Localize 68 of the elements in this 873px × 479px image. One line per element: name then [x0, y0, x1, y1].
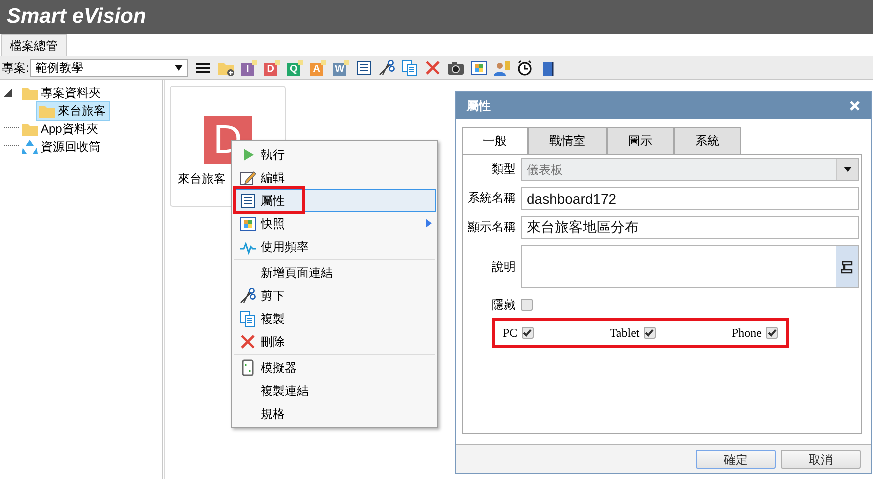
dropdown-icon — [844, 167, 852, 172]
description-field[interactable] — [521, 245, 859, 288]
tree-item[interactable]: 來台旅客 — [36, 101, 110, 121]
dialog-tab[interactable]: 圖示 — [607, 127, 674, 155]
checkbox[interactable] — [521, 299, 533, 311]
folder-icon — [21, 86, 39, 100]
app-title: Smart eVision — [7, 4, 146, 30]
checkbox[interactable] — [644, 327, 656, 339]
user-key-icon[interactable] — [493, 58, 512, 76]
sparkle-icon — [275, 60, 280, 64]
list-sheet-icon[interactable] — [355, 58, 374, 76]
device-label: PC — [503, 325, 518, 342]
sparkle-icon — [321, 60, 326, 64]
dialog-tab[interactable]: 戰情室 — [528, 127, 607, 155]
field-label: 顯示名稱 — [467, 219, 517, 236]
dialog-title: 屬性 — [467, 98, 491, 114]
copy-icon[interactable] — [401, 58, 420, 76]
new-item-tool[interactable]: D — [264, 62, 278, 76]
cross-icon — [238, 332, 256, 350]
dropdown-icon — [175, 64, 184, 70]
tree-item[interactable]: App資料夾 — [19, 119, 102, 139]
dialog-button[interactable]: 取消 — [781, 450, 861, 468]
stopwatch-icon[interactable] — [516, 58, 534, 76]
sparkle-icon — [344, 60, 350, 64]
folder-icon — [38, 104, 56, 118]
device-label: Phone — [732, 325, 762, 342]
text-field[interactable]: 來台旅客地區分布 — [521, 216, 859, 239]
checkbox[interactable] — [766, 327, 778, 339]
menu-item[interactable]: 規格 — [233, 402, 436, 425]
film-frame-icon — [238, 214, 256, 232]
text-field[interactable]: dashboard172 — [521, 187, 859, 210]
menu-item[interactable]: 複製連結 — [233, 379, 436, 402]
scissors-icon[interactable] — [378, 58, 396, 76]
menu-item[interactable]: 使用頻率 — [233, 235, 436, 258]
cross-icon[interactable] — [424, 58, 442, 76]
field-label: 系統名稱 — [467, 190, 517, 207]
tree-item[interactable]: 資源回收筒 — [19, 137, 105, 157]
dialog-button[interactable]: 確定 — [696, 450, 776, 468]
copy-icon — [238, 310, 256, 328]
sparkle-icon — [252, 60, 258, 64]
card-label: 來台旅客 — [178, 171, 226, 188]
project-select[interactable]: 範例教學 — [30, 58, 188, 76]
device-label: Tablet — [610, 325, 640, 342]
menu-item[interactable]: 刪除 — [233, 330, 436, 353]
folder-icon — [21, 122, 39, 136]
tree-item[interactable]: 專案資料夾 — [19, 83, 105, 103]
sparkle-icon — [298, 60, 304, 64]
dialog-tab[interactable]: 一般 — [462, 127, 528, 155]
film-frame-icon[interactable] — [470, 58, 488, 76]
menu-item[interactable]: 剪下 — [233, 284, 436, 307]
field-label: 隱藏 — [491, 297, 517, 314]
menu-item[interactable]: 模擬器 — [233, 356, 436, 379]
list-sheet-icon — [238, 192, 256, 210]
project-label: 專案: — [2, 60, 30, 76]
menu-item[interactable]: 屬性 — [233, 189, 436, 212]
field-label: 說明 — [491, 258, 517, 276]
checkbox[interactable] — [522, 327, 534, 339]
scissors-icon — [238, 286, 256, 304]
menu-item[interactable]: 複製 — [233, 307, 436, 330]
menu-item[interactable]: 快照 — [233, 212, 436, 235]
dialog-tab[interactable]: 系統 — [674, 127, 741, 155]
tab[interactable]: 檔案總管 — [1, 34, 67, 56]
field-label: 類型 — [491, 161, 517, 178]
menu-item[interactable]: 新增頁面連結 — [233, 261, 436, 284]
new-item-tool[interactable]: I — [241, 62, 254, 76]
expander-icon — [4, 88, 14, 98]
close-icon[interactable] — [850, 100, 860, 110]
pencil-icon — [238, 168, 256, 186]
